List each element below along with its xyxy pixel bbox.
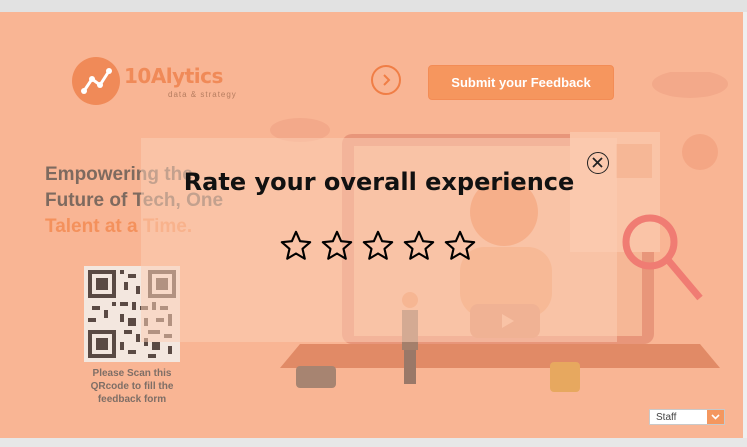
brand-logo[interactable]: 10Alytics data & strategy: [72, 57, 237, 105]
scrollbar-track: [743, 12, 747, 447]
star-3-button[interactable]: [357, 226, 398, 266]
star-outline-icon: [321, 230, 352, 260]
close-button[interactable]: [587, 152, 609, 174]
star-outline-icon: [280, 230, 311, 260]
star-outline-icon: [362, 230, 393, 260]
submit-feedback-button[interactable]: Submit your Feedback: [428, 65, 614, 100]
star-1-button[interactable]: [275, 226, 316, 266]
next-button[interactable]: [371, 65, 401, 95]
star-outline-icon: [403, 230, 434, 260]
chevron-right-icon: [383, 74, 391, 86]
star-rating: [275, 226, 480, 266]
bottom-bar: [0, 438, 747, 447]
logo-name: 10Alytics: [124, 63, 223, 88]
role-select-value: Staff: [656, 412, 677, 423]
qr-caption: Please Scan this QRcode to fill the feed…: [90, 368, 174, 405]
logo-icon: [72, 57, 120, 105]
role-select[interactable]: Staff: [649, 409, 725, 425]
rating-modal: Rate your overall experience: [141, 138, 617, 342]
star-outline-icon: [444, 230, 475, 260]
modal-title: Rate your overall experience: [183, 168, 575, 196]
star-4-button[interactable]: [398, 226, 439, 266]
dropdown-arrow-icon: [707, 410, 724, 424]
logo-tagline: data & strategy: [168, 89, 237, 99]
star-5-button[interactable]: [439, 226, 480, 266]
star-2-button[interactable]: [316, 226, 357, 266]
feedback-screen: 10Alytics data & strategy Submit your Fe…: [0, 12, 743, 438]
close-icon: [592, 157, 603, 168]
